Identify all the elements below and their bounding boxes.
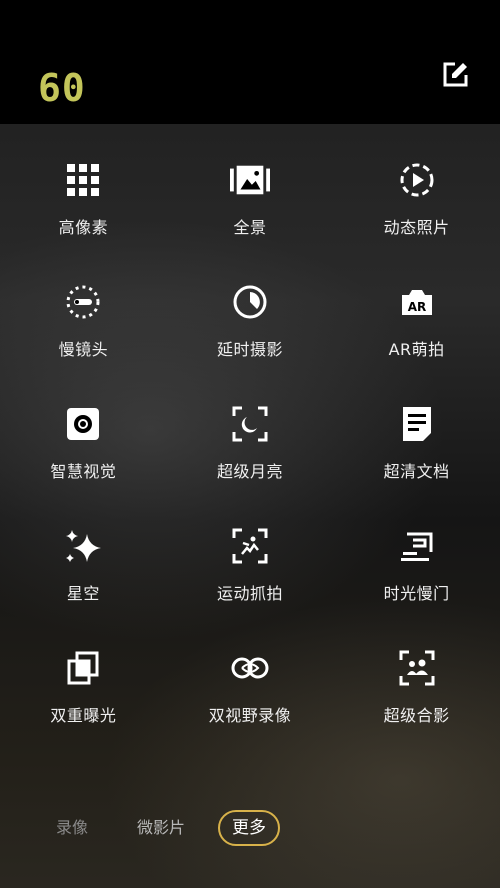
ar-camera-icon: AR [397, 282, 437, 322]
mode-group-photo[interactable]: 超级合影 [333, 638, 500, 760]
mode-label: 时光慢门 [383, 584, 450, 603]
slow-shutter-icon [397, 526, 437, 566]
mode-label: 双视野录像 [208, 706, 292, 725]
mode-timelapse[interactable]: 延时摄影 [167, 272, 334, 394]
mode-label: 全景 [233, 218, 267, 237]
smart-vision-icon [63, 404, 103, 444]
mode-slow-motion[interactable]: 慢镜头 [0, 272, 167, 394]
panorama-icon [229, 160, 270, 200]
edit-button[interactable] [440, 60, 470, 90]
mode-label: 运动抓拍 [216, 584, 283, 603]
mode-tab-bar: 录像 微影片 更多 [0, 808, 500, 848]
timelapse-icon [230, 282, 270, 322]
mode-row: 星空 运动抓拍 时光慢门 [0, 516, 500, 638]
motion-photo-icon [397, 160, 437, 200]
mode-row: 双重曝光 双视野录像 超级合影 [0, 638, 500, 760]
camera-more-modes-screen: 60 高像素 全景 动态照片 慢镜头 延时摄影 AR AR萌拍 智慧视觉 超级月… [0, 0, 500, 888]
mode-double-exposure[interactable]: 双重曝光 [0, 638, 167, 760]
mode-label: 智慧视觉 [50, 462, 117, 481]
mode-row: 智慧视觉 超级月亮 超清文档 [0, 394, 500, 516]
mode-label: AR萌拍 [388, 340, 445, 359]
group-photo-icon [397, 648, 437, 688]
mode-starry-sky[interactable]: 星空 [0, 516, 167, 638]
tab-micro-film[interactable]: 微影片 [137, 812, 185, 844]
super-moon-icon [230, 404, 270, 444]
mode-label: 星空 [66, 584, 100, 603]
mode-label: 延时摄影 [216, 340, 283, 359]
mode-label: 双重曝光 [50, 706, 117, 725]
mode-panorama[interactable]: 全景 [167, 150, 334, 272]
document-icon [397, 404, 437, 444]
mode-row: 高像素 全景 动态照片 [0, 150, 500, 272]
tab-more[interactable]: 更多 [218, 810, 280, 846]
mode-row: 慢镜头 延时摄影 AR AR萌拍 [0, 272, 500, 394]
mode-grid: 高像素 全景 动态照片 慢镜头 延时摄影 AR AR萌拍 智慧视觉 超级月亮 超… [0, 150, 500, 760]
mode-label: 超清文档 [383, 462, 450, 481]
mode-motion-photo[interactable]: 动态照片 [333, 150, 500, 272]
mode-label: 高像素 [58, 218, 109, 237]
mode-label: 慢镜头 [58, 340, 109, 359]
slow-motion-icon [63, 282, 103, 322]
fps-badge[interactable]: 60 [38, 66, 86, 110]
top-bar: 60 [0, 0, 500, 124]
mode-label: 动态照片 [383, 218, 450, 237]
mode-dual-view[interactable]: 双视野录像 [167, 638, 334, 760]
dual-view-icon [230, 648, 270, 688]
svg-text:AR: AR [407, 300, 426, 314]
mode-smart-vision[interactable]: 智慧视觉 [0, 394, 167, 516]
mode-slow-shutter[interactable]: 时光慢门 [333, 516, 500, 638]
mode-high-pixel[interactable]: 高像素 [0, 150, 167, 272]
double-exposure-icon [63, 648, 103, 688]
mode-document[interactable]: 超清文档 [333, 394, 500, 516]
mode-label: 超级合影 [383, 706, 450, 725]
mode-label: 超级月亮 [216, 462, 283, 481]
mode-super-moon[interactable]: 超级月亮 [167, 394, 334, 516]
grid-icon [63, 160, 103, 200]
mode-sport-capture[interactable]: 运动抓拍 [167, 516, 334, 638]
sparkle-icon [63, 526, 103, 566]
tab-video[interactable]: 录像 [56, 812, 88, 844]
mode-ar-camera[interactable]: AR AR萌拍 [333, 272, 500, 394]
edit-icon [442, 62, 468, 88]
sport-capture-icon [230, 526, 270, 566]
